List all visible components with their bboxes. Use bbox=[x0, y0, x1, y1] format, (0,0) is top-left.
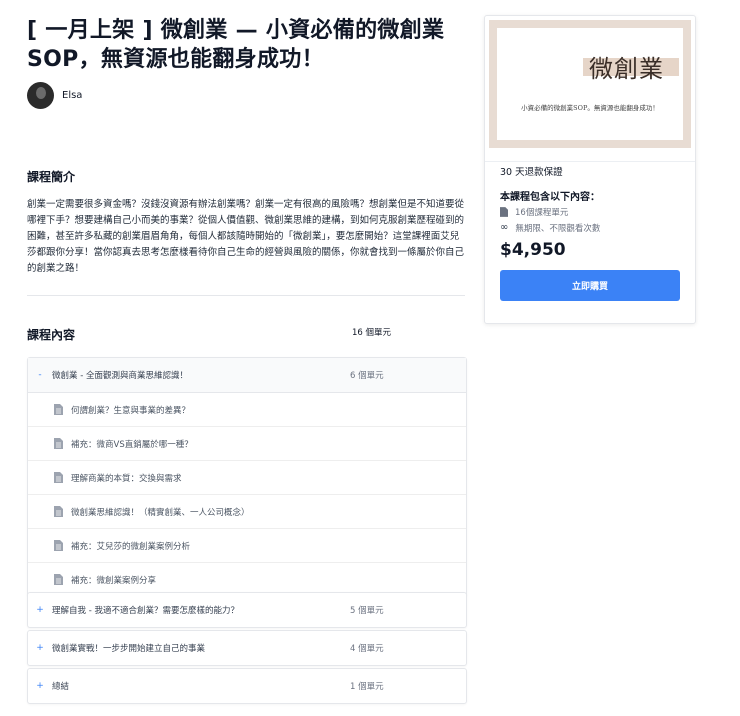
buy-now-button[interactable]: 立即購買 bbox=[500, 270, 680, 301]
module-title: 總結 bbox=[52, 682, 70, 692]
total-units: 16 個單元 bbox=[352, 328, 392, 338]
expand-icon: + bbox=[36, 643, 44, 653]
card-divider bbox=[485, 161, 695, 162]
module-title: 微創業 - 全面觀測與商業思維認識！ bbox=[52, 371, 188, 381]
course-price: $4,950 bbox=[500, 240, 566, 260]
module-unit-count: 6 個單元 bbox=[350, 371, 384, 381]
infinity-icon: ∞ bbox=[500, 222, 509, 233]
cover-title: 微創業 bbox=[589, 55, 664, 83]
intro-text: 創業一定需要很多資金嗎？沒錢沒資源有辦法創業嗎？創業一定有很高的風險嗎？想創業但… bbox=[27, 199, 465, 274]
document-icon bbox=[54, 404, 63, 415]
document-icon bbox=[54, 506, 63, 517]
expand-icon: + bbox=[36, 605, 44, 615]
lesson-title: 微創業思維認識！（精實創業、一人公司概念） bbox=[71, 507, 250, 518]
refund-guarantee: 30 天退款保證 bbox=[500, 167, 563, 178]
cover-subtitle: 小資必備的微創業SOP。無資源也能翻身成功！ bbox=[521, 104, 659, 112]
lesson-item[interactable]: 補充：微商VS直銷屬於哪一種？ bbox=[28, 427, 466, 461]
course-title: [ 一月上架 ] 微創業 — 小資必備的微創業SOP，無資源也能翻身成功！ bbox=[27, 18, 445, 72]
lesson-item[interactable]: 理解商業的本質：交換與需求 bbox=[28, 461, 466, 495]
curriculum-module: - 微創業 - 全面觀測與商業思維認識！ 6 個單元 何謂創業？生意與事業的差異… bbox=[27, 357, 467, 597]
section-divider bbox=[27, 295, 465, 296]
expand-icon: + bbox=[36, 681, 44, 691]
curriculum-module: + 總結 1 個單元 bbox=[27, 668, 467, 704]
feature-text: 16個課程單元 bbox=[515, 208, 569, 218]
module-title: 微創業實戰！一步步開始建立自己的事業 bbox=[52, 644, 206, 654]
lesson-item[interactable]: 補充：艾兒莎的微創業案例分析 bbox=[28, 529, 466, 563]
intro-heading: 課程簡介 bbox=[27, 170, 76, 184]
document-icon bbox=[54, 472, 63, 483]
includes-heading: 本課程包含以下內容： bbox=[500, 192, 600, 203]
author-name[interactable]: Elsa bbox=[62, 90, 82, 101]
module-unit-count: 1 個單元 bbox=[350, 682, 384, 692]
document-icon bbox=[54, 438, 63, 449]
lesson-item[interactable]: 微創業思維認識！（精實創業、一人公司概念） bbox=[28, 495, 466, 529]
document-icon bbox=[54, 540, 63, 551]
module-header[interactable]: + 微創業實戰！一步步開始建立自己的事業 4 個單元 bbox=[28, 631, 466, 665]
feature-access: ∞ 無期限、不限觀看次數 bbox=[500, 222, 601, 235]
feature-text: 無期限、不限觀看次數 bbox=[515, 224, 601, 234]
curriculum-heading: 課程內容 bbox=[27, 328, 76, 342]
module-unit-count: 4 個單元 bbox=[350, 644, 384, 654]
lesson-title: 補充：微創業案例分享 bbox=[71, 575, 157, 586]
collapse-icon: - bbox=[38, 370, 42, 380]
module-header[interactable]: + 理解自我 - 我適不適合創業？需要怎麼樣的能力？ 5 個單元 bbox=[28, 593, 466, 627]
lesson-item[interactable]: 何謂創業？生意與事業的差異？ bbox=[28, 393, 466, 427]
purchase-card: 微創業 小資必備的微創業SOP。無資源也能翻身成功！ 30 天退款保證 本課程包… bbox=[484, 15, 696, 324]
author-info: Elsa bbox=[27, 82, 82, 109]
module-title: 理解自我 - 我適不適合創業？需要怎麼樣的能力？ bbox=[52, 606, 239, 616]
document-icon bbox=[54, 574, 63, 585]
course-cover-image: 微創業 小資必備的微創業SOP。無資源也能翻身成功！ bbox=[489, 20, 691, 148]
module-unit-count: 5 個單元 bbox=[350, 606, 384, 616]
curriculum-module: + 理解自我 - 我適不適合創業？需要怎麼樣的能力？ 5 個單元 bbox=[27, 592, 467, 628]
lesson-title: 補充：微商VS直銷屬於哪一種？ bbox=[71, 439, 193, 450]
document-icon bbox=[500, 207, 508, 217]
curriculum-module: + 微創業實戰！一步步開始建立自己的事業 4 個單元 bbox=[27, 630, 467, 666]
module-header[interactable]: + 總結 1 個單元 bbox=[28, 669, 466, 703]
lesson-title: 何謂創業？生意與事業的差異？ bbox=[71, 405, 191, 416]
author-avatar[interactable] bbox=[27, 82, 54, 109]
module-header[interactable]: - 微創業 - 全面觀測與商業思維認識！ 6 個單元 bbox=[28, 358, 466, 393]
lesson-title: 補充：艾兒莎的微創業案例分析 bbox=[71, 541, 191, 552]
cover-panel: 微創業 小資必備的微創業SOP。無資源也能翻身成功！ bbox=[497, 28, 683, 140]
lesson-title: 理解商業的本質：交換與需求 bbox=[71, 473, 182, 484]
feature-units: 16個課程單元 bbox=[500, 206, 568, 218]
